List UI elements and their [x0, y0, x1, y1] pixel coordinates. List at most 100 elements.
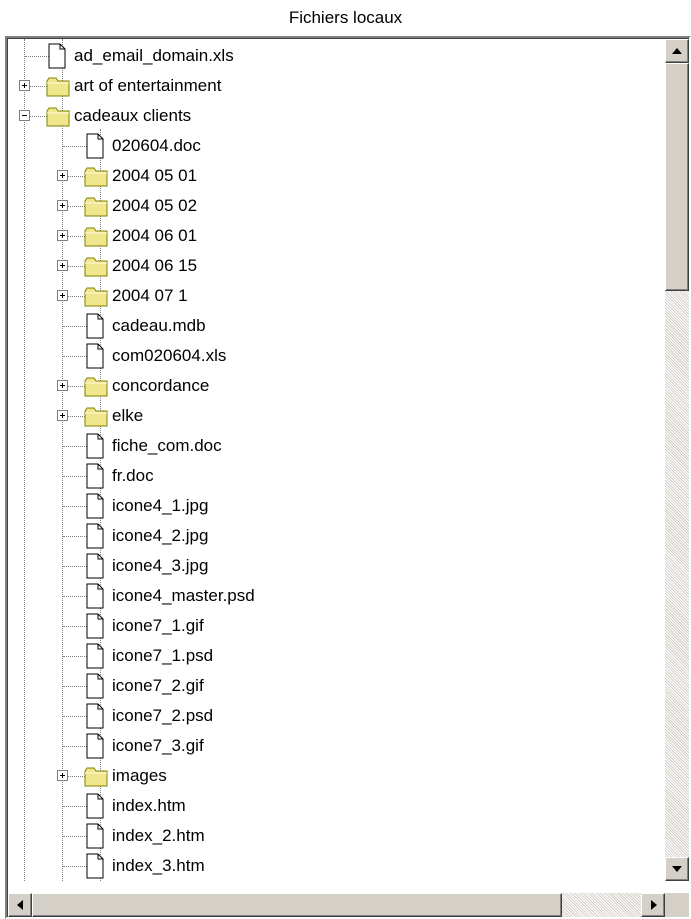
file-tree[interactable]: ad_email_domain.xlsart of entertainment c… — [8, 39, 664, 881]
tree-item-label: icone4_master.psd — [112, 586, 255, 605]
expand-toggle[interactable] — [57, 770, 68, 781]
tree-folder-item[interactable]: art of entertainment — [8, 71, 664, 101]
document-icon — [84, 523, 106, 549]
tree-item-label: 2004 06 15 — [112, 256, 198, 275]
tree-item-label: icone7_1.gif — [112, 616, 204, 635]
tree-item-label: concordance — [112, 376, 210, 395]
horizontal-scrollbar[interactable] — [8, 893, 665, 917]
tree-item-label: icone7_1.psd — [112, 646, 214, 665]
folder-icon — [46, 73, 70, 99]
panel-title: Fichiers locaux — [288, 8, 403, 27]
tree-file-item[interactable]: icone7_3.gif — [8, 731, 664, 761]
tree-file-item[interactable]: cadeau.mdb — [8, 311, 664, 341]
tree-item-label: ad_email_domain.xls — [74, 46, 234, 65]
tree-file-item[interactable]: index_3.htm — [8, 851, 664, 881]
folder-icon — [84, 283, 108, 309]
vertical-scrollbar[interactable] — [665, 39, 689, 881]
file-tree-frame: ad_email_domain.xlsart of entertainment c… — [5, 36, 691, 919]
collapse-toggle[interactable] — [19, 110, 30, 121]
tree-item-label: icone7_2.psd — [112, 706, 214, 725]
document-icon — [84, 673, 106, 699]
tree-file-item[interactable]: index.htm — [8, 791, 664, 821]
tree-folder-item[interactable]: 2004 07 1 — [8, 281, 664, 311]
folder-icon — [84, 223, 108, 249]
document-icon — [84, 433, 106, 459]
tree-item-label: fiche_com.doc — [112, 436, 222, 455]
folder-icon — [84, 253, 108, 279]
horizontal-scroll-thumb[interactable] — [32, 893, 562, 917]
expand-toggle[interactable] — [57, 380, 68, 391]
document-icon — [84, 343, 106, 369]
tree-file-item[interactable]: com020604.xls — [8, 341, 664, 371]
tree-item-label: cadeau.mdb — [112, 316, 206, 335]
expand-toggle[interactable] — [57, 410, 68, 421]
folder-icon — [84, 373, 108, 399]
expand-toggle[interactable] — [19, 80, 30, 91]
scroll-right-button[interactable] — [641, 893, 665, 917]
document-icon — [84, 853, 106, 879]
tree-file-item[interactable]: icone7_1.psd — [8, 641, 664, 671]
tree-item-label: 2004 05 02 — [112, 196, 198, 215]
tree-folder-item[interactable]: images — [8, 761, 664, 791]
folder-icon — [84, 403, 108, 429]
tree-item-label: elke — [112, 406, 144, 425]
arrow-left-icon — [17, 900, 23, 910]
scroll-down-button[interactable] — [665, 857, 689, 881]
expand-toggle[interactable] — [57, 290, 68, 301]
tree-item-label: icone4_2.jpg — [112, 526, 209, 545]
tree-file-item[interactable]: icone7_2.gif — [8, 671, 664, 701]
tree-folder-item[interactable]: elke — [8, 401, 664, 431]
document-icon — [46, 43, 68, 69]
tree-file-item[interactable]: fr.doc — [8, 461, 664, 491]
tree-item-label: 2004 07 1 — [112, 286, 188, 305]
document-icon — [84, 823, 106, 849]
tree-file-item[interactable]: icone4_1.jpg — [8, 491, 664, 521]
tree-folder-item[interactable]: 2004 06 01 — [8, 221, 664, 251]
tree-folder-item[interactable]: concordance — [8, 371, 664, 401]
tree-item-label: 2004 06 01 — [112, 226, 198, 245]
tree-folder-item[interactable]: 2004 05 02 — [8, 191, 664, 221]
expand-toggle[interactable] — [57, 230, 68, 241]
scroll-left-button[interactable] — [8, 893, 32, 917]
document-icon — [84, 643, 106, 669]
tree-item-label: icone4_1.jpg — [112, 496, 209, 515]
tree-file-item[interactable]: 020604.doc — [8, 131, 664, 161]
document-icon — [84, 463, 106, 489]
document-icon — [84, 793, 106, 819]
tree-item-label: icone7_3.gif — [112, 736, 204, 755]
folder-icon — [84, 763, 108, 789]
arrow-up-icon — [672, 48, 682, 54]
tree-item-label: com020604.xls — [112, 346, 227, 365]
expand-toggle[interactable] — [57, 260, 68, 271]
document-icon — [84, 133, 106, 159]
tree-item-label: icone7_2.gif — [112, 676, 204, 695]
folder-icon — [84, 193, 108, 219]
tree-item-label: icone4_3.jpg — [112, 556, 209, 575]
document-icon — [84, 733, 106, 759]
tree-item-label: cadeaux clients — [74, 106, 192, 125]
arrow-right-icon — [651, 900, 657, 910]
folder-icon — [46, 103, 70, 129]
arrow-down-icon — [672, 866, 682, 872]
tree-file-item[interactable]: icone4_2.jpg — [8, 521, 664, 551]
tree-file-item[interactable]: fiche_com.doc — [8, 431, 664, 461]
tree-file-item[interactable]: icone7_1.gif — [8, 611, 664, 641]
tree-item-label: index_3.htm — [112, 856, 205, 875]
document-icon — [84, 613, 106, 639]
tree-folder-item[interactable]: 2004 05 01 — [8, 161, 664, 191]
vertical-scroll-thumb[interactable] — [665, 63, 689, 291]
tree-folder-item[interactable]: 2004 06 15 — [8, 251, 664, 281]
tree-file-item[interactable]: icone7_2.psd — [8, 701, 664, 731]
tree-file-item[interactable]: ad_email_domain.xls — [8, 41, 664, 71]
tree-file-item[interactable]: index_2.htm — [8, 821, 664, 851]
expand-toggle[interactable] — [57, 200, 68, 211]
tree-file-item[interactable]: icone4_master.psd — [8, 581, 664, 611]
tree-item-label: 2004 05 01 — [112, 166, 198, 185]
tree-folder-item[interactable]: cadeaux clients — [8, 101, 664, 131]
expand-toggle[interactable] — [57, 170, 68, 181]
document-icon — [84, 493, 106, 519]
scroll-up-button[interactable] — [665, 39, 689, 63]
document-icon — [84, 583, 106, 609]
tree-item-label: 020604.doc — [112, 136, 201, 155]
tree-file-item[interactable]: icone4_3.jpg — [8, 551, 664, 581]
